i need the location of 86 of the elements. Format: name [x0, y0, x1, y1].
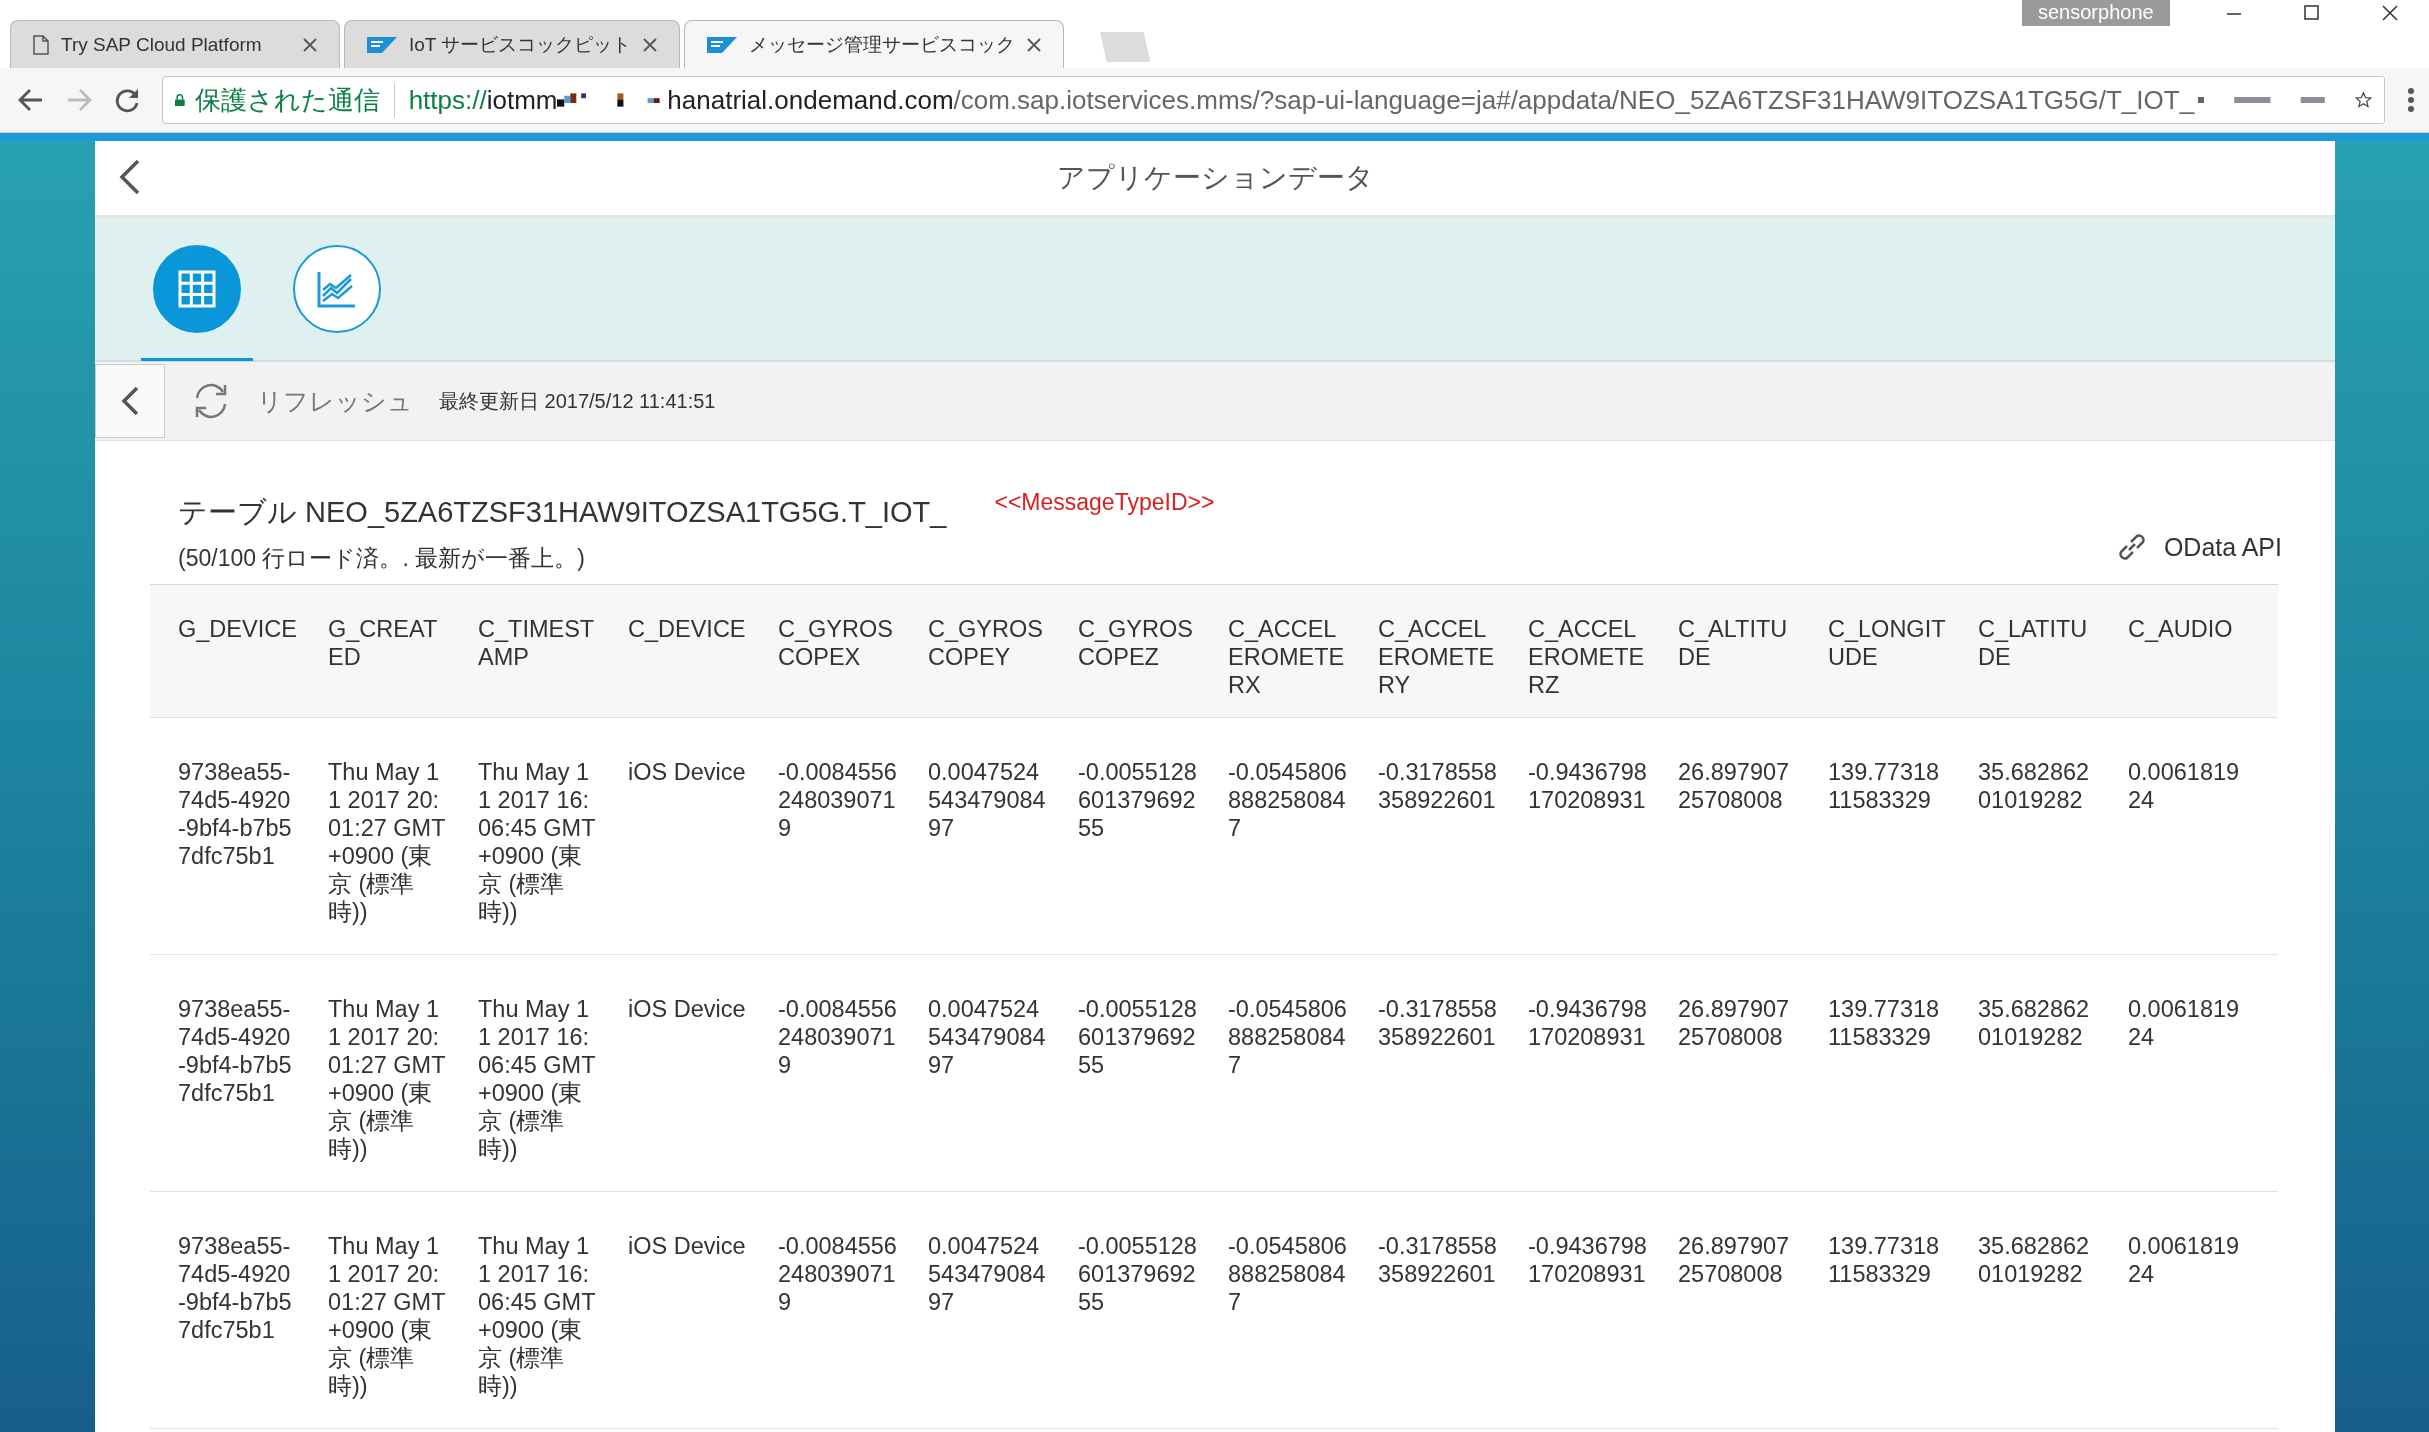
close-icon[interactable]: [303, 37, 317, 52]
table-cell: 35.68286201019282: [1978, 1191, 2128, 1429]
last-updated: 最終更新日 2017/5/12 11:41:51: [439, 388, 716, 414]
table-cell: 139.7731811583329: [1828, 1191, 1978, 1429]
page-icon: [33, 34, 49, 55]
table-cell: 9738ea55-74d5-4920-9bf4-b7b57dfc75b1: [150, 1191, 328, 1429]
table-cell: 26.89790725708008: [1678, 717, 1828, 955]
column-header: C_ACCELEROMETERY: [1378, 584, 1528, 718]
page-title: アプリケーションデータ: [1056, 161, 1374, 195]
column-header: G_CREATED: [328, 584, 478, 718]
table-cell: -0.005512860137969255: [1078, 954, 1228, 1192]
table-cell: -0.00845562480390719: [778, 717, 928, 955]
table-cell: 0.004752454347908497: [928, 1191, 1078, 1429]
table-cell: Thu May 11 2017 16:06:45 GMT+0900 (東京 (標準時)): [478, 1191, 628, 1429]
table-cell: 9738ea55-74d5-4920-9bf4-b7b57dfc75b1: [150, 717, 328, 955]
security-label: 保護された通信: [194, 82, 395, 118]
table-cell: -0.9436798170208931: [1528, 954, 1678, 1192]
refresh-button[interactable]: リフレッシュ: [183, 381, 413, 421]
table-cell: 35.68286201019282: [1978, 954, 2128, 1192]
table-cell: 35.68286201019282: [1978, 717, 2128, 955]
column-header: C_LATITUDE: [1978, 584, 2128, 718]
table-cell: -0.05458068882580847: [1228, 954, 1378, 1192]
url-host: iotmm: [486, 84, 558, 116]
table-cell: 0.006181924: [2128, 954, 2278, 1192]
table-cell: -0.00845562480390719: [778, 1191, 928, 1429]
table-cell: 0.006181924: [2128, 1191, 2278, 1429]
table-cell: -0.05458068882580847: [1228, 717, 1378, 955]
rows-loaded-note: (50/100 行ロード済。. 最新が一番上。): [178, 544, 586, 573]
logo-icon: [367, 36, 397, 53]
close-icon[interactable]: [643, 37, 658, 52]
browser-tab[interactable]: IoT サービスコックピット: [344, 20, 681, 68]
table-cell: -0.005512860137969255: [1078, 1191, 1228, 1429]
table-cell: -0.3178558358922601: [1378, 1191, 1528, 1429]
url-scheme: https://: [408, 84, 487, 116]
column-header: C_LONGITUDE: [1828, 584, 1978, 718]
message-type-note: <<MessageTypeID>>: [994, 489, 1215, 516]
back-icon: [121, 386, 139, 416]
browser-tab[interactable]: メッセージ管理サービスコック: [684, 20, 1065, 68]
table-cell: -0.9436798170208931: [1528, 1191, 1678, 1429]
table-cell: 0.006181924: [2128, 717, 2278, 955]
table-title: テーブル NEO_5ZA6TZSF31HAW9ITOZSA1TG5G.T_IOT_: [178, 495, 947, 530]
table-cell: iOS Device: [628, 1191, 778, 1429]
table-cell: -0.05458068882580847: [1228, 1191, 1378, 1429]
table-cell: 139.7731811583329: [1828, 954, 1978, 1192]
table-cell: 26.89790725708008: [1678, 954, 1828, 1192]
column-header: C_DEVICE: [628, 584, 778, 718]
column-header: C_GYROSCOPEX: [778, 584, 928, 718]
url-path: /com.sap.iotservices.mms/?sap-ui-language=ja#/appdata/NEO_5ZA6TZSF31HAW9ITOZSA1TG5G/T_IOT_: [953, 84, 2195, 116]
url-host: hanatrial.ondemand.com: [666, 84, 954, 116]
column-header: C_ALTITUDE: [1678, 584, 1828, 718]
column-header: C_TIMESTAMP: [478, 584, 628, 718]
table-cell: Thu May 11 2017 16:06:45 GMT+0900 (東京 (標準時)): [478, 954, 628, 1192]
table-cell: -0.9436798170208931: [1528, 717, 1678, 955]
table-cell: -0.3178558358922601: [1378, 717, 1528, 955]
table-cell: Thu May 11 2017 16:06:45 GMT+0900 (東京 (標準時)): [478, 717, 628, 955]
table-cell: Thu May 11 2017 20:01:27 GMT+0900 (東京 (標準時)): [328, 954, 478, 1192]
column-header: C_ACCELEROMETERX: [1228, 584, 1378, 718]
back-icon[interactable]: [119, 159, 141, 195]
table-cell: iOS Device: [628, 717, 778, 955]
menu-icon[interactable]: [2407, 87, 2415, 113]
back-button[interactable]: [95, 364, 165, 438]
column-header: C_ACCELEROMETERZ: [1528, 584, 1678, 718]
table-cell: -0.005512860137969255: [1078, 717, 1228, 955]
column-header: C_GYROSCOPEZ: [1078, 584, 1228, 718]
back-arrow-icon[interactable]: [18, 88, 44, 112]
column-header: C_AUDIO: [2128, 584, 2278, 718]
odata-api-link[interactable]: OData API: [2113, 529, 2282, 565]
table-cell: 139.7731811583329: [1828, 717, 1978, 955]
table-cell: 0.004752454347908497: [928, 954, 1078, 1192]
table-cell: Thu May 11 2017 20:01:27 GMT+0900 (東京 (標準時)): [328, 717, 478, 955]
table-cell: 26.89790725708008: [1678, 1191, 1828, 1429]
table-cell: 0.004752454347908497: [928, 717, 1078, 955]
line-chart-icon: [317, 270, 357, 308]
table-cell: -0.3178558358922601: [1378, 954, 1528, 1192]
close-icon[interactable]: [1027, 37, 1042, 52]
logo-icon: [707, 36, 738, 53]
grid-icon: [178, 270, 216, 308]
browser-tab[interactable]: Try SAP Cloud Platform: [10, 20, 340, 68]
reload-icon[interactable]: [114, 87, 140, 113]
address-bar[interactable]: 保護された通信 https://iotmm hanatrial.ondemand.com/com.sap.iotservices.mms/?sap-ui-language=ja#/appdata/NEO_5ZA6TZSF31HAW9ITOZSA1TG5G/T_IOT_: [162, 76, 2385, 124]
table-cell: 9738ea55-74d5-4920-9bf4-b7b57dfc75b1: [150, 954, 328, 1192]
table-cell: iOS Device: [628, 954, 778, 1192]
table-cell: Thu May 11 2017 20:01:27 GMT+0900 (東京 (標準時)): [328, 1191, 478, 1429]
table-cell: -0.00845562480390719: [778, 954, 928, 1192]
column-header: G_DEVICE: [150, 584, 328, 718]
column-header: C_GYROSCOPEY: [928, 584, 1078, 718]
